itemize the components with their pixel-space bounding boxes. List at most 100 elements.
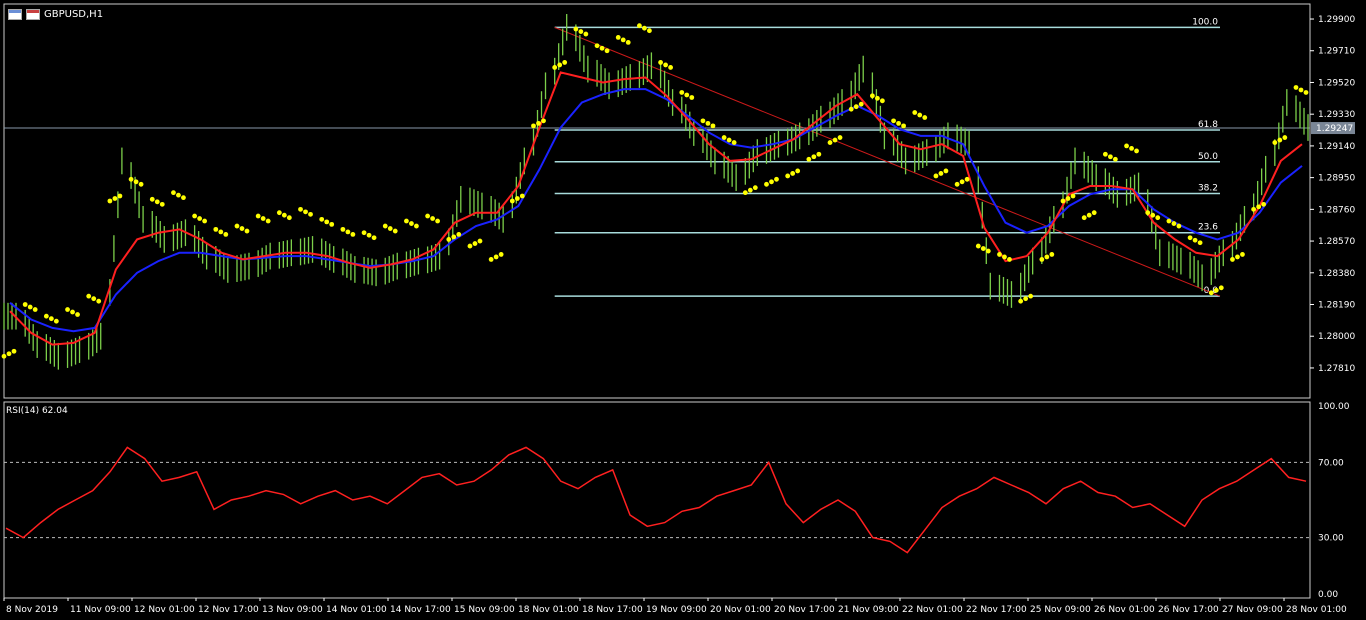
sar-dot: [1086, 212, 1092, 218]
x-tick-label: 20 Nov 01:00: [710, 605, 771, 615]
x-tick-label: 25 Nov 09:00: [1030, 605, 1091, 615]
sar-dot: [107, 198, 113, 204]
sar-dot: [149, 196, 155, 202]
sar-dot: [27, 304, 33, 310]
sar-dot: [181, 195, 186, 201]
sar-dot: [371, 235, 377, 241]
sar-dot: [91, 296, 97, 302]
sar-dot: [985, 248, 991, 254]
sar-dot: [1145, 210, 1151, 216]
y-tick-label: 1.29520: [1318, 78, 1355, 88]
sar-dot: [361, 230, 367, 236]
sar-dot: [1155, 215, 1161, 221]
sar-dot: [625, 39, 631, 45]
sar-dot: [1107, 154, 1113, 160]
y-tick-label: 1.28380: [1318, 269, 1355, 279]
sar-dot: [1124, 143, 1129, 149]
x-tick-label: 20 Nov 17:00: [774, 605, 835, 615]
sar-dot: [912, 110, 918, 115]
sar-dot: [896, 120, 901, 126]
sar-dot: [790, 171, 796, 176]
sar-dot: [1282, 135, 1288, 140]
sar-dot: [879, 98, 885, 104]
sar-dot: [1303, 90, 1309, 95]
sar-dot: [430, 216, 436, 221]
sar-dot: [943, 168, 949, 174]
sar-dot: [265, 218, 271, 224]
rsi-plot-frame: [3, 401, 1311, 599]
sar-dot: [1235, 254, 1240, 260]
sar-dot: [11, 348, 17, 354]
sar-dot: [244, 228, 250, 234]
sar-dot: [938, 171, 944, 176]
sar-dot: [1134, 148, 1139, 154]
sar-dot: [1293, 85, 1299, 90]
sar-dot: [959, 179, 965, 185]
sar-dot: [795, 168, 801, 174]
x-tick-label: 21 Nov 09:00: [838, 605, 899, 615]
sar-dot: [65, 307, 70, 312]
sar-dot: [726, 137, 732, 143]
main-plot-frame: [3, 3, 1311, 399]
x-tick-label: 18 Nov 01:00: [518, 605, 579, 615]
current-price-label: 1.29247: [1316, 124, 1353, 134]
sar-dot: [1171, 221, 1177, 226]
sar-dot: [308, 211, 313, 217]
y-tick-label: 1.28190: [1318, 301, 1355, 311]
sar-dot: [1176, 223, 1182, 229]
sar-dot: [514, 196, 520, 201]
sar-dot: [53, 318, 59, 324]
sar-dot: [583, 31, 589, 37]
sar-dot: [557, 62, 563, 68]
sar-dot: [604, 48, 610, 54]
sar-dot: [785, 173, 791, 179]
sar-dot: [710, 123, 716, 129]
sar-dot: [223, 231, 229, 237]
sar-dot: [774, 176, 779, 182]
sar-dot: [234, 223, 240, 229]
sar-dot: [1039, 257, 1045, 262]
sar-dot: [637, 23, 642, 29]
sar-dot: [997, 252, 1002, 257]
y-tick-label: 1.27810: [1318, 364, 1355, 374]
sar-dot: [112, 196, 118, 201]
sar-dot: [324, 219, 330, 225]
fib-level-label: 100.0: [1192, 17, 1218, 27]
sar-dot: [747, 187, 753, 193]
ma-fast-line: [9, 71, 1303, 346]
sar-dot: [133, 179, 139, 185]
sar-dot: [663, 62, 668, 68]
sar-dot: [647, 28, 652, 34]
sar-dot: [700, 118, 706, 124]
price-chart[interactable]: 1.29900 1.29710 1.29520 1.29330 1.29140 1.289…: [0, 0, 1366, 620]
sar-dot: [891, 118, 896, 124]
sar-dot: [536, 120, 541, 126]
sar-dot: [366, 232, 372, 238]
sar-dot: [43, 313, 49, 319]
sar-dot: [1102, 151, 1108, 157]
sar-dot: [1197, 240, 1203, 246]
sar-dot: [1091, 210, 1097, 216]
sar-dot: [1187, 235, 1193, 241]
sar-dot: [493, 254, 499, 260]
sar-dot: [578, 29, 584, 34]
sar-dot: [329, 221, 335, 227]
fib-level-label: 23.6: [1198, 223, 1218, 233]
sar-dot: [319, 216, 325, 222]
sar-dot: [260, 216, 266, 221]
rsi-line: [5, 446, 1307, 554]
sar-dot: [197, 216, 203, 221]
sar-dot: [1060, 198, 1066, 204]
sar-dot: [620, 37, 626, 43]
sar-dot: [350, 231, 356, 237]
fib-level-label: 50.0: [1198, 152, 1218, 162]
y-tick-label: 1.28000: [1318, 332, 1355, 342]
sar-dot: [1002, 254, 1007, 260]
sar-dot: [519, 193, 525, 199]
sar-dot: [933, 173, 939, 179]
sar-dot: [70, 309, 75, 315]
sar-dot: [541, 118, 546, 124]
sar-dot: [171, 190, 176, 196]
sar-dot: [573, 26, 579, 32]
sar-dot: [392, 228, 398, 234]
